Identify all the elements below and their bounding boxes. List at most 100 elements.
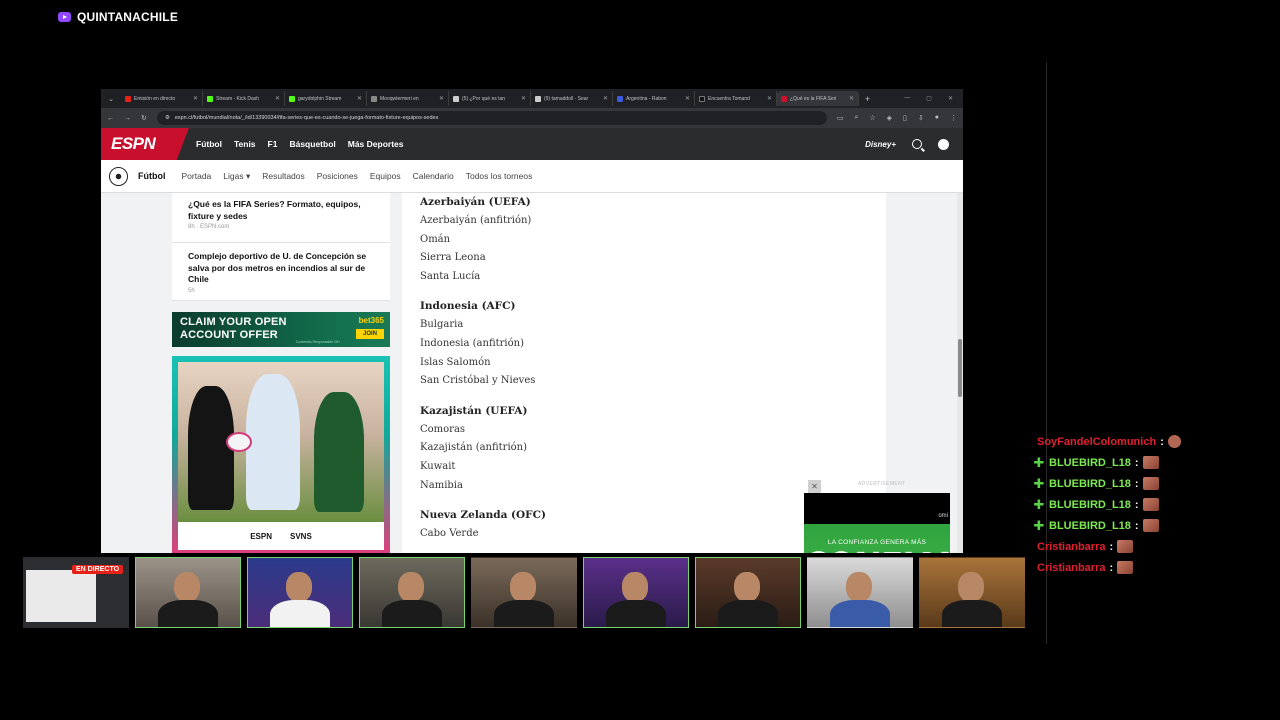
nav-link-tenis[interactable]: Tenis: [234, 139, 256, 149]
browser-tab[interactable]: Mooqwtermeri en ✕: [367, 91, 449, 106]
close-tab-icon[interactable]: ✕: [275, 95, 280, 102]
minimize-icon[interactable]: —: [904, 95, 910, 102]
nav-link-futbol[interactable]: Fútbol: [196, 139, 222, 149]
emote-icon: [1142, 456, 1159, 469]
cast-icon[interactable]: ▭: [837, 114, 844, 122]
close-tab-icon[interactable]: ✕: [767, 95, 772, 102]
browser-tab[interactable]: Emisión en directo ✕: [121, 91, 203, 106]
stream-stage: QUINTANACHILE ⌄ Emisión en directo ✕ Stre…: [0, 0, 1280, 720]
bet365-banner-ad[interactable]: CLAIM YOUR OPEN ACCOUNT OFFER bet365 JOI…: [172, 312, 390, 347]
search-icon[interactable]: [912, 139, 922, 149]
subnav-resultados[interactable]: Resultados: [262, 171, 305, 181]
join-button[interactable]: JOIN: [355, 329, 384, 339]
browser-tab[interactable]: (9) tamaddoll · Sear ✕: [531, 91, 613, 106]
nav-link-basquetbol[interactable]: Básquetbol: [289, 139, 335, 149]
webcam-tile: [135, 557, 241, 628]
tab-favicon-icon: [535, 95, 541, 102]
news-card[interactable]: Complejo deportivo de U. de Concepción s…: [172, 243, 390, 301]
team-item: Namibia: [420, 479, 463, 491]
subnav-ligas[interactable]: Ligas ▾: [223, 171, 250, 182]
espn-logo[interactable]: ESPN: [101, 128, 189, 160]
chat-colon: :: [1134, 477, 1139, 490]
twitch-icon: [58, 12, 71, 22]
video-ad[interactable]: omi LA CONFIANZA GENERA MÁS CONFIANZA: [804, 493, 957, 553]
chat-colon: :: [1109, 540, 1114, 553]
subnav-posiciones[interactable]: Posiciones: [317, 171, 358, 181]
tab-title: garydolphin Stream: [298, 95, 342, 102]
account-icon[interactable]: [938, 138, 949, 150]
close-tab-icon[interactable]: ✕: [685, 95, 690, 102]
page-content: ¿Qué es la FIFA Series? Formato, equipos…: [101, 193, 957, 553]
person-body: [718, 600, 778, 627]
chat-colon: :: [1134, 456, 1139, 469]
rugby-svns-ad[interactable]: ESPN SVNS: [172, 356, 390, 553]
subnav-calendario[interactable]: Calendario: [413, 171, 454, 181]
scrollbar-thumb[interactable]: [958, 339, 962, 397]
close-tab-icon[interactable]: ✕: [849, 95, 854, 102]
browser-tab[interactable]: garydolphin Stream ✕: [285, 91, 367, 106]
nav-link-mas-deportes[interactable]: Más Deportes: [348, 139, 404, 149]
espn-brand: ESPN: [250, 531, 272, 541]
close-tab-icon[interactable]: ✕: [439, 95, 444, 102]
subnav-todos-los-torneos[interactable]: Todos los torneos: [466, 171, 533, 181]
sidepanel-icon[interactable]: ▯: [903, 114, 907, 122]
subnav-portada[interactable]: Portada: [182, 171, 212, 181]
chat-message: Cristianbarra:: [1033, 557, 1181, 578]
close-ad-button[interactable]: ✕: [808, 480, 821, 493]
tab-search-icon[interactable]: ⌄: [105, 93, 117, 105]
news-card[interactable]: ¿Qué es la FIFA Series? Formato, equipos…: [172, 193, 390, 243]
group-title: Nueva Zelanda (OFC): [420, 509, 546, 522]
sub-badge-icon: ✚: [1033, 475, 1045, 491]
tab-favicon-icon: [699, 95, 705, 102]
team-item: Sierra Leona: [420, 252, 486, 264]
back-icon[interactable]: ←: [107, 115, 114, 122]
forward-icon[interactable]: →: [124, 115, 131, 122]
browser-tab[interactable]: Encuentra Tomand ✕: [695, 91, 777, 106]
emote-icon: [1167, 435, 1181, 448]
nav-link-f1[interactable]: F1: [268, 139, 278, 149]
webcam-tile: [583, 557, 689, 628]
team-item: San Cristóbal y Nieves: [420, 375, 536, 387]
profile-icon[interactable]: ●: [935, 114, 939, 122]
close-tab-icon[interactable]: ✕: [521, 95, 526, 102]
menu-icon[interactable]: ⋮: [950, 114, 957, 122]
browser-tab[interactable]: Stream - Kick Dash ✕: [203, 91, 285, 106]
person-head: [846, 572, 872, 602]
downloads-icon[interactable]: ⇩: [918, 114, 924, 122]
close-tab-icon[interactable]: ✕: [603, 95, 608, 102]
close-window-icon[interactable]: ✕: [948, 95, 953, 102]
reload-icon[interactable]: ↻: [141, 114, 147, 122]
bookmark-star-icon[interactable]: ☆: [869, 114, 875, 122]
player-figure: [246, 374, 300, 510]
chat-message: SoyFandelColomunich:: [1033, 431, 1181, 452]
browser-tab[interactable]: (5) ¿Por qué es tan ✕: [449, 91, 531, 106]
window-controls: — ▢ ✕: [904, 95, 963, 102]
browser-window: ⌄ Emisión en directo ✕ Stream - Kick Dash…: [101, 89, 963, 553]
site-info-icon[interactable]: ⚙: [165, 115, 170, 121]
new-tab-icon[interactable]: +: [865, 94, 870, 104]
ad-line2: CONFIANZA: [804, 543, 957, 553]
tab-bar: ⌄ Emisión en directo ✕ Stream - Kick Dash…: [101, 89, 963, 108]
close-tab-icon[interactable]: ✕: [357, 95, 362, 102]
chat-username: BLUEBIRD_L18: [1049, 498, 1131, 511]
disney-plus-logo[interactable]: Disney+: [865, 140, 896, 149]
espn-top-nav: ESPN Fútbol Tenis F1 Básquetbol Más Depo…: [101, 128, 963, 160]
tab-title: Encuentra Tomand: [708, 95, 750, 102]
extensions-icon[interactable]: ◈: [887, 114, 892, 122]
subnav-sport-title[interactable]: Fútbol: [138, 171, 166, 181]
browser-tab-active[interactable]: ¿Qué es la FIFA Seri ✕: [777, 91, 859, 106]
subnav-equipos[interactable]: Equipos: [370, 171, 401, 181]
close-tab-icon[interactable]: ✕: [193, 95, 198, 102]
team-item: Islas Salomón: [420, 356, 491, 368]
player-figure: [188, 386, 234, 510]
maximize-icon[interactable]: ▢: [926, 95, 932, 102]
toolbar-icons: ▭ ⌕ ☆ ◈ ▯ ⇩ ● ⋮: [837, 114, 957, 122]
browser-tab[interactable]: Argentina - Rabon ✕: [613, 91, 695, 106]
tab-title: Stream - Kick Dash: [216, 95, 260, 102]
rugby-players-image: [178, 362, 384, 522]
url-field[interactable]: ⚙ espn.cl/futbol/mundial/nota/_/id/13390…: [156, 111, 827, 125]
page-scrollbar[interactable]: [957, 193, 963, 553]
zoom-icon[interactable]: ⌕: [854, 114, 858, 122]
person-body: [270, 600, 330, 627]
tab-title: Emisión en directo: [134, 95, 176, 102]
